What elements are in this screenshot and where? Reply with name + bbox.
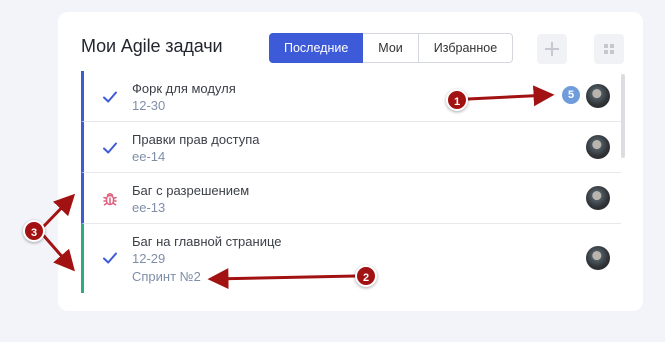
arrow-to-sprint [207,268,358,290]
annotation-marker-3: 3 [23,220,45,242]
arrow-to-badge [466,85,555,107]
annotation-arrows [42,85,555,290]
arrow-to-done-row [42,234,75,272]
annotation-marker-1: 1 [446,89,468,111]
arrow-to-bug-row [42,193,76,228]
annotation-marker-2: 2 [355,265,377,287]
